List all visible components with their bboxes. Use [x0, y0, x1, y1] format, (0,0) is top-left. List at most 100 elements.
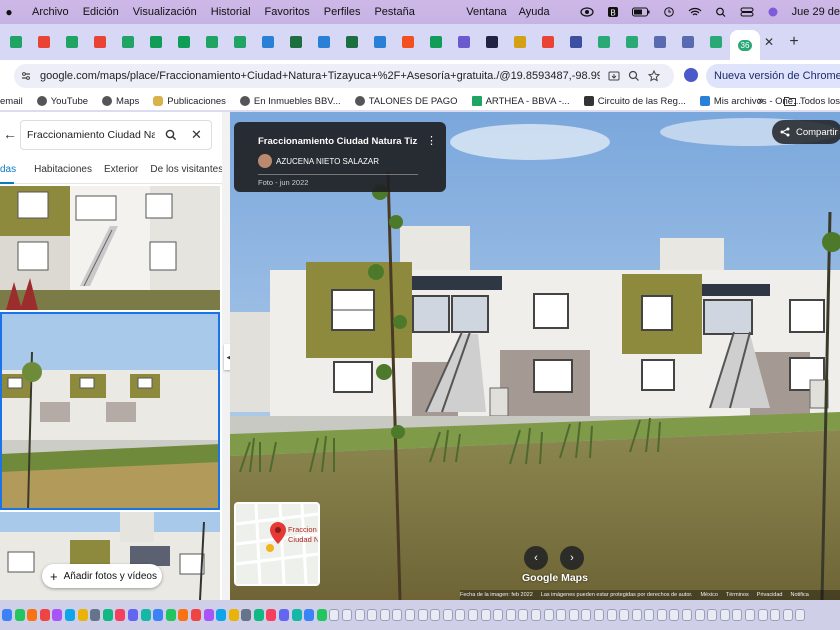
- clock-icon[interactable]: [662, 7, 676, 17]
- photo-viewer[interactable]: Fraccionamiento Ciudad Natura Tiz... ⋮ A…: [230, 112, 840, 600]
- browser-tab[interactable]: [282, 29, 310, 55]
- dock-window-thumbnail[interactable]: [342, 609, 353, 621]
- dock-window-thumbnail[interactable]: [568, 609, 579, 621]
- browser-tab[interactable]: [366, 29, 394, 55]
- dock-app-icon[interactable]: [241, 609, 252, 621]
- dock-window-thumbnail[interactable]: [581, 609, 592, 621]
- menu-historial[interactable]: Historial: [211, 6, 251, 18]
- close-icon[interactable]: ✕: [191, 127, 202, 143]
- all-bookmarks[interactable]: Todos los: [783, 96, 840, 107]
- dock-window-thumbnail[interactable]: [707, 609, 718, 621]
- search-icon[interactable]: [714, 7, 728, 17]
- dock-window-thumbnail[interactable]: [455, 609, 466, 621]
- dock-window-thumbnail[interactable]: [405, 609, 415, 621]
- dock-window-thumbnail[interactable]: [480, 609, 491, 621]
- menu-favoritos[interactable]: Favoritos: [265, 6, 310, 18]
- apple-icon[interactable]: ●: [0, 5, 18, 19]
- minimap[interactable]: Fraccion Ciudad N: [234, 502, 320, 586]
- menubar-clock[interactable]: Jue 29 de: [792, 6, 840, 18]
- browser-tab[interactable]: [394, 29, 422, 55]
- dock-app-icon[interactable]: [266, 609, 277, 621]
- tab-todas[interactable]: das: [0, 164, 16, 175]
- dock-app-icon[interactable]: [279, 609, 290, 621]
- address-bar[interactable]: google.com/maps/place/Fraccionamiento+Ci…: [14, 64, 674, 88]
- new-tab-button[interactable]: +: [782, 33, 806, 51]
- zoom-icon[interactable]: [628, 70, 640, 82]
- dock-window-thumbnail[interactable]: [757, 609, 768, 621]
- battery-icon[interactable]: [631, 7, 650, 17]
- browser-tab[interactable]: [618, 29, 646, 55]
- dock-window-thumbnail[interactable]: [644, 609, 655, 621]
- dock-app-icon[interactable]: [27, 609, 38, 621]
- site-info-icon[interactable]: [20, 70, 32, 82]
- control-center-icon[interactable]: [740, 7, 754, 17]
- dock-window-thumbnail[interactable]: [606, 609, 617, 621]
- browser-tab[interactable]: [674, 29, 702, 55]
- browser-tab[interactable]: [562, 29, 590, 55]
- browser-tab[interactable]: [58, 29, 86, 55]
- bookmark-arthea[interactable]: ARTHEA - BBVA -...: [471, 96, 570, 107]
- dock-window-thumbnail[interactable]: [367, 609, 378, 621]
- browser-tab[interactable]: [170, 29, 198, 55]
- dock-window-thumbnail[interactable]: [505, 609, 516, 621]
- dock-window-thumbnail[interactable]: [619, 609, 630, 621]
- dock-window-thumbnail[interactable]: [732, 609, 743, 621]
- dock-app-icon[interactable]: [291, 609, 302, 621]
- dock-app-icon[interactable]: [304, 609, 315, 621]
- photo-thumbnail-selected[interactable]: [0, 312, 220, 510]
- dock-window-thumbnail[interactable]: [669, 609, 680, 621]
- dock-app-icon[interactable]: [39, 609, 50, 621]
- bookmark-circuito[interactable]: Circuito de las Reg...: [583, 96, 686, 107]
- search-icon[interactable]: [165, 129, 177, 141]
- browser-tab-active[interactable]: 36: [730, 30, 760, 60]
- bookmark-publicaciones[interactable]: Publicaciones: [153, 96, 226, 107]
- tab-exterior[interactable]: Exterior: [104, 164, 138, 175]
- dock-app-icon[interactable]: [178, 609, 189, 621]
- dock-app-icon[interactable]: [2, 609, 12, 621]
- dock-window-thumbnail[interactable]: [430, 609, 441, 621]
- tab-habitaciones[interactable]: Habitaciones: [34, 164, 92, 175]
- bookmark-maps[interactable]: Maps: [102, 96, 139, 107]
- photo-author[interactable]: AZUCENA NIETO SALAZAR: [258, 154, 379, 168]
- dock-app-icon[interactable]: [153, 609, 164, 621]
- wifi-icon[interactable]: [688, 7, 702, 17]
- photo-title[interactable]: Fraccionamiento Ciudad Natura Tiz...: [258, 136, 418, 147]
- bookmark-inmuebles[interactable]: En Inmuebles BBV...: [239, 96, 341, 107]
- terms-link[interactable]: Términos: [726, 592, 749, 598]
- browser-tab[interactable]: [534, 29, 562, 55]
- browser-tab[interactable]: [590, 29, 618, 55]
- browser-tab[interactable]: [142, 29, 170, 55]
- search-value[interactable]: Fraccionamiento Ciudad Natura Tizayuca: [27, 129, 155, 141]
- dock-app-icon[interactable]: [77, 609, 88, 621]
- dock-window-thumbnail[interactable]: [593, 609, 604, 621]
- browser-tab[interactable]: [646, 29, 674, 55]
- dock-app-icon[interactable]: [316, 609, 327, 621]
- back-arrow-icon[interactable]: ←: [0, 126, 20, 142]
- browser-tab[interactable]: [478, 29, 506, 55]
- dock-window-thumbnail[interactable]: [518, 609, 529, 621]
- browser-tab[interactable]: [30, 29, 58, 55]
- close-tab-icon[interactable]: ✕: [764, 35, 774, 49]
- browser-tab[interactable]: [2, 29, 30, 55]
- dock-app-icon[interactable]: [253, 609, 264, 621]
- browser-tab[interactable]: [254, 29, 282, 55]
- dock-app-icon[interactable]: [52, 609, 63, 621]
- browser-tab[interactable]: [114, 29, 142, 55]
- dock-window-thumbnail[interactable]: [329, 609, 340, 621]
- browser-tab[interactable]: [506, 29, 534, 55]
- dock-window-thumbnail[interactable]: [556, 609, 567, 621]
- country-link[interactable]: México: [700, 592, 717, 598]
- previous-photo-button[interactable]: ‹: [524, 546, 548, 570]
- dock-window-thumbnail[interactable]: [379, 609, 390, 621]
- browser-tab[interactable]: [310, 29, 338, 55]
- menu-ventana[interactable]: Ventana: [466, 6, 506, 18]
- dock-app-icon[interactable]: [140, 609, 151, 621]
- dock-window-thumbnail[interactable]: [392, 609, 403, 621]
- menu-archivo[interactable]: Archivo: [32, 6, 69, 18]
- report-link[interactable]: Notifica: [790, 592, 808, 598]
- dock-app-icon[interactable]: [64, 609, 75, 621]
- dock-window-thumbnail[interactable]: [530, 609, 541, 621]
- next-photo-button[interactable]: ›: [560, 546, 584, 570]
- add-photos-button[interactable]: + Añadir fotos y vídeos: [42, 564, 162, 588]
- privacy-link[interactable]: Privacidad: [757, 592, 783, 598]
